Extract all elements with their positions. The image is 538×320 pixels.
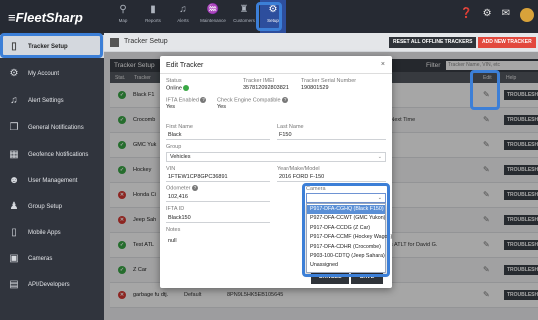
group-label: Group bbox=[166, 144, 182, 150]
sidebar-item-cameras[interactable]: ▣ Cameras bbox=[0, 247, 104, 270]
close-icon[interactable]: × bbox=[381, 61, 385, 68]
sidebar-item-label: General Notifications bbox=[28, 124, 84, 131]
notes-field[interactable]: null bbox=[166, 236, 270, 246]
sidebar-item-user-management[interactable]: ☻ User Management bbox=[0, 169, 104, 192]
help-icon[interactable]: ❓ bbox=[460, 8, 472, 22]
sidebar-item-general-notifications[interactable]: ❐ General Notifications bbox=[0, 116, 104, 139]
nav-customers[interactable]: ♜ Customers bbox=[229, 3, 259, 30]
ifta-id-label: IFTA ID bbox=[166, 206, 185, 212]
serial-value: 190801529 bbox=[301, 85, 329, 91]
camera-option[interactable]: P927-DFA-CCWT (GMC Yukon) bbox=[307, 214, 385, 223]
sidebar-item-label: Tracker Setup bbox=[28, 43, 68, 50]
settings-icon[interactable]: ⚙ bbox=[483, 8, 492, 22]
user-icon: ☻ bbox=[8, 175, 20, 186]
sidebar: ▯ Tracker Setup ⚙ My Account ♫ Alert Set… bbox=[0, 33, 104, 320]
help-icon[interactable]: ? bbox=[192, 185, 198, 191]
mobile-icon: ▯ bbox=[11, 227, 17, 238]
page-title: Tracker Setup bbox=[124, 38, 168, 45]
camera-option[interactable]: P903-100-CDTQ (Jeep Sahara) bbox=[307, 252, 385, 261]
chevron-down-icon: ⌄ bbox=[377, 154, 382, 160]
ifta-enabled-value: Yes bbox=[166, 104, 175, 110]
modal-header: Edit Tracker × bbox=[160, 56, 392, 74]
check-engine-label: Check Engine Compatible ? bbox=[217, 97, 289, 104]
nav-alerts[interactable]: ♫ Alerts bbox=[170, 3, 196, 30]
first-name-field[interactable]: Black bbox=[166, 130, 270, 140]
status-label: Status bbox=[166, 78, 182, 84]
online-check-icon bbox=[183, 85, 190, 91]
sidebar-item-label: Alert Settings bbox=[28, 97, 64, 104]
modal-title: Edit Tracker bbox=[166, 62, 204, 69]
sidebar-item-label: Group Setup bbox=[28, 203, 63, 210]
sidebar-item-label: User Management bbox=[28, 177, 78, 184]
imei-label: Tracker IMEI bbox=[243, 78, 275, 84]
wrench-icon: ♒ bbox=[206, 4, 220, 15]
person-pin-icon: ⚲ bbox=[119, 4, 127, 15]
serial-label: Tracker Serial Number bbox=[301, 78, 357, 84]
gears-icon: ⚙ bbox=[9, 68, 19, 79]
phone-icon bbox=[110, 38, 119, 47]
camera-option[interactable]: P917-DFA-CGHQ (Black F150) bbox=[307, 205, 385, 215]
odometer-label: Odometer ? bbox=[166, 185, 198, 192]
sidebar-item-label: API/Developers bbox=[28, 281, 70, 288]
camera-option[interactable]: Unassigned bbox=[307, 261, 385, 270]
year-make-model-field[interactable]: 2016 FORD F-150 bbox=[277, 172, 386, 182]
camera-icon: ▣ bbox=[9, 253, 19, 264]
gear-icon: ⚙ bbox=[268, 4, 278, 15]
messages-icon[interactable]: ✉ bbox=[502, 8, 510, 22]
geofence-icon: ▦ bbox=[9, 149, 19, 160]
nav-reports[interactable]: ▮ Reports bbox=[140, 3, 166, 30]
odometer-field[interactable]: 102,416 bbox=[166, 192, 270, 202]
sidebar-item-mobile-apps[interactable]: ▯ Mobile Apps bbox=[0, 221, 104, 244]
sidebar-item-label: Mobile Apps bbox=[28, 229, 61, 236]
sidebar-item-label: Geofence Notifications bbox=[28, 151, 89, 158]
nav-maintenance[interactable]: ♒ Maintenance bbox=[198, 3, 228, 30]
chevron-down-icon: ⌄ bbox=[377, 195, 382, 201]
camera-option[interactable]: P917-DFA-CDHR (Crocombe) bbox=[307, 243, 385, 252]
last-name-field[interactable]: F150 bbox=[277, 130, 386, 140]
page-header: Tracker Setup RESET ALL OFFLINE TRACKERS… bbox=[104, 33, 538, 52]
reset-offline-trackers-button[interactable]: RESET ALL OFFLINE TRACKERS bbox=[389, 37, 477, 48]
help-icon[interactable]: ? bbox=[200, 97, 207, 103]
bar-chart-icon: ▮ bbox=[150, 4, 156, 15]
camera-dropdown-list: P917-DFA-CGHQ (Black F150) P927-DFA-CCWT… bbox=[306, 203, 392, 273]
sidebar-item-my-account[interactable]: ⚙ My Account bbox=[0, 62, 104, 85]
sidebar-item-group-setup[interactable]: ♟ Group Setup bbox=[0, 195, 104, 218]
help-icon[interactable]: ? bbox=[282, 97, 289, 103]
bell-icon: ♫ bbox=[179, 4, 187, 15]
top-navigation-bar: ≡FleetSharp ⚲ Map ▮ Reports ♫ Alerts ♒ M… bbox=[0, 0, 538, 33]
phone-icon: ▯ bbox=[11, 41, 17, 52]
sidebar-item-label: Cameras bbox=[28, 255, 53, 262]
sidebar-item-alert-settings[interactable]: ♫ Alert Settings bbox=[0, 89, 104, 112]
camera-option[interactable]: P917-DFA-CCDG (Z Car) bbox=[307, 224, 385, 233]
api-icon: ▤ bbox=[9, 279, 19, 290]
status-value: Online bbox=[166, 85, 190, 91]
sidebar-item-api-developers[interactable]: ▤ API/Developers bbox=[0, 273, 104, 296]
sidebar-item-geofence-notifications[interactable]: ▦ Geofence Notifications bbox=[0, 143, 104, 166]
people-icon: ♜ bbox=[239, 4, 249, 15]
ifta-enabled-label: IFTA Enabled ? bbox=[166, 97, 207, 104]
add-new-tracker-button[interactable]: ADD NEW TRACKER bbox=[478, 37, 536, 48]
sidebar-item-label: My Account bbox=[28, 70, 60, 77]
group-select[interactable]: Vehicles ⌄ bbox=[166, 152, 386, 162]
notification-icon: ❐ bbox=[9, 122, 19, 133]
group-icon: ♟ bbox=[9, 201, 19, 212]
nav-map[interactable]: ⚲ Map bbox=[110, 3, 136, 30]
sidebar-item-tracker-setup[interactable]: ▯ Tracker Setup bbox=[0, 35, 104, 58]
bell-icon: ♫ bbox=[10, 95, 18, 106]
vin-field[interactable]: 1FTEW1CP8GPC36891 bbox=[166, 172, 270, 182]
app-logo[interactable]: ≡FleetSharp bbox=[8, 10, 83, 25]
imei-value: 357812092803821 bbox=[243, 85, 289, 91]
notes-label: Notes bbox=[166, 227, 181, 233]
camera-select[interactable]: ⌄ bbox=[306, 193, 386, 203]
camera-label: Camera bbox=[306, 186, 326, 192]
ifta-id-field[interactable]: Black150 bbox=[166, 213, 270, 223]
nav-setup[interactable]: ⚙ Setup bbox=[260, 0, 286, 33]
check-engine-value: Yes bbox=[217, 104, 226, 110]
avatar[interactable] bbox=[520, 8, 534, 22]
camera-option[interactable]: P917-DFA-CCMF (Hockey Wagon) bbox=[307, 233, 392, 242]
top-right-icons: ❓ ⚙ ✉ bbox=[460, 8, 534, 22]
